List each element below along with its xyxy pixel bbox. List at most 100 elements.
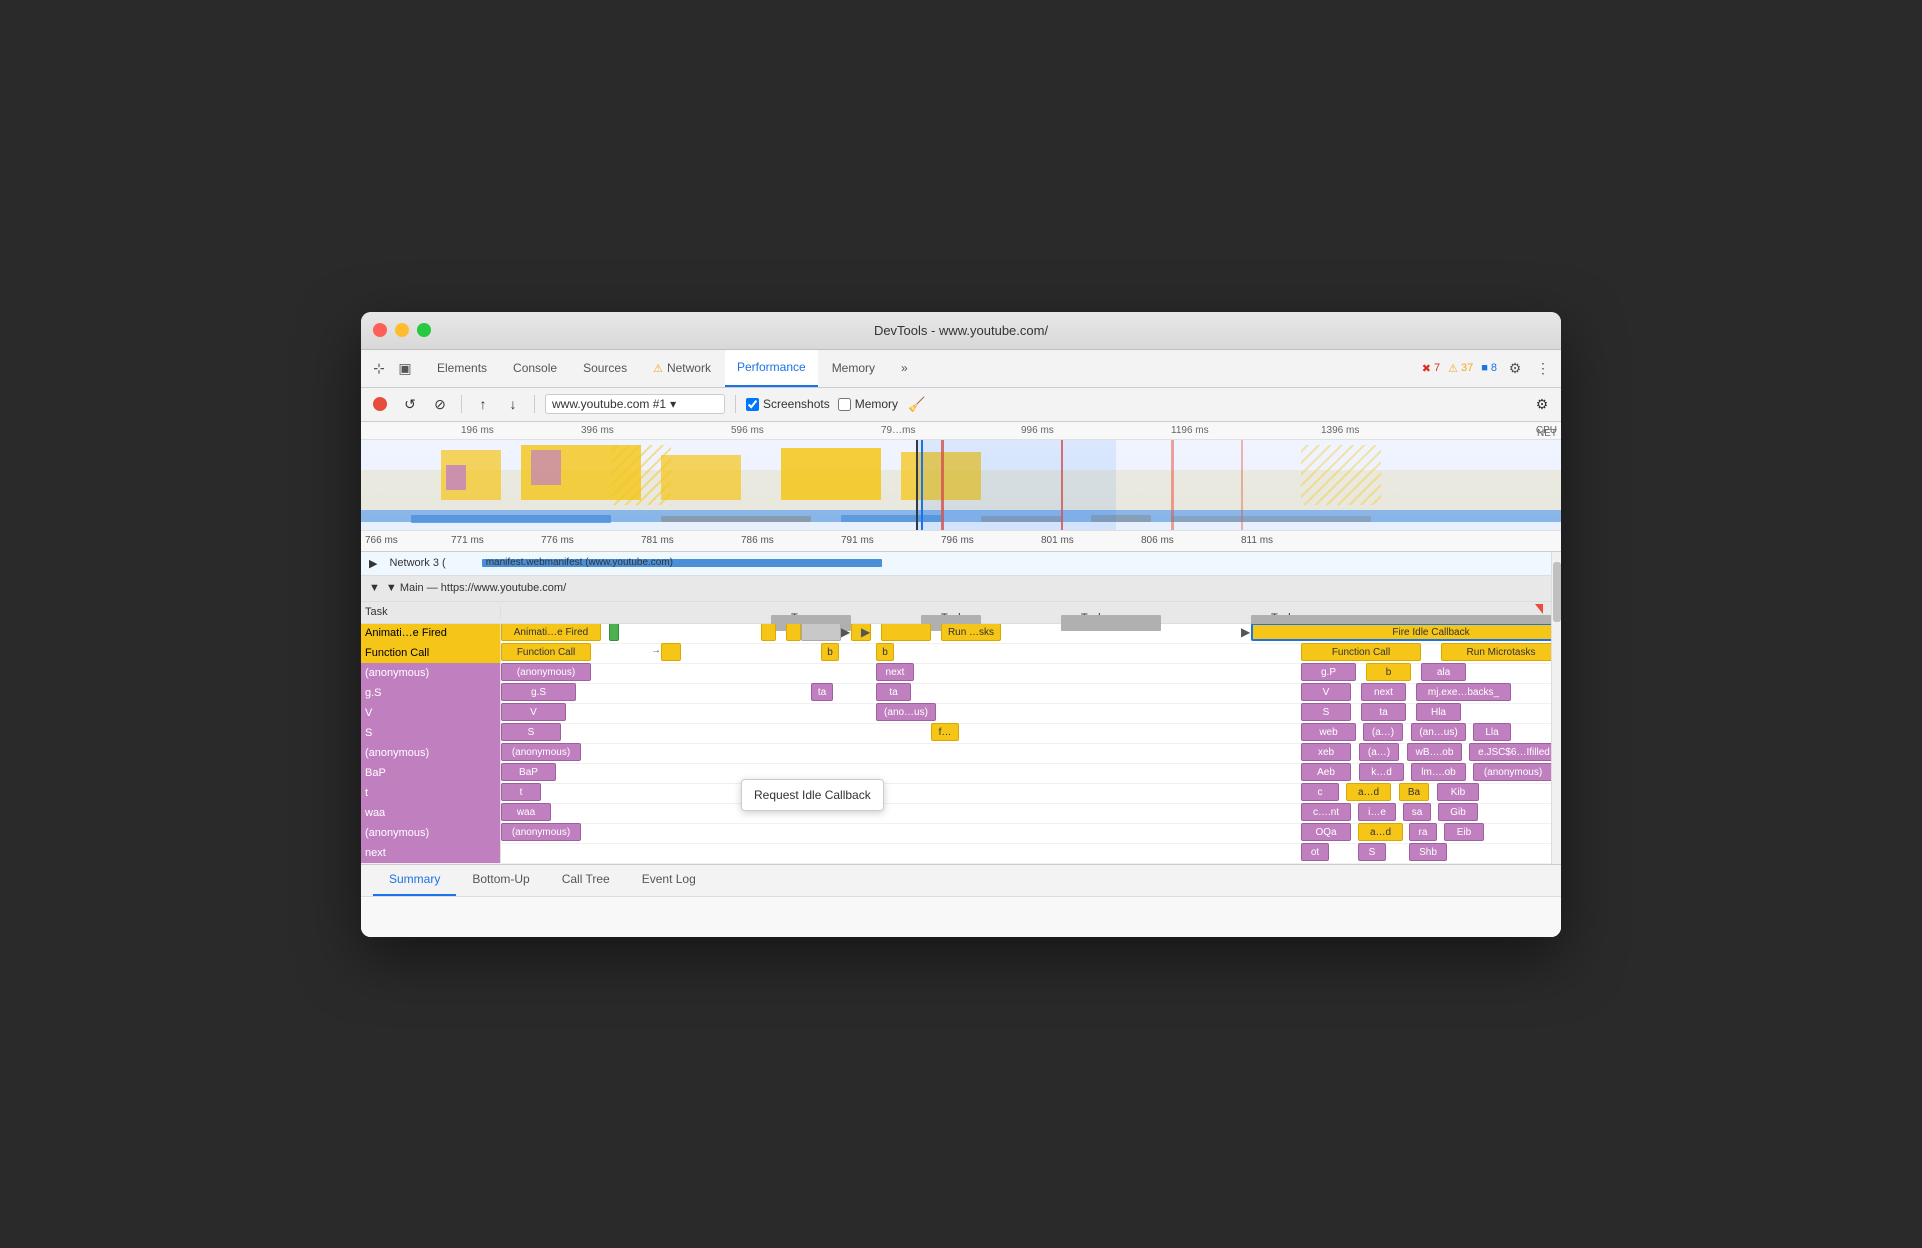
kib-cell[interactable]: Kib <box>1437 783 1479 801</box>
fire-idle-cell[interactable]: Fire Idle Callback <box>1251 624 1551 642</box>
screenshots-checkbox[interactable] <box>746 398 759 411</box>
web-cell[interactable]: web <box>1301 723 1356 741</box>
scrollbar-thumb[interactable] <box>1553 562 1561 622</box>
mjexe-cell[interactable]: mj.exe…backs_ <box>1416 683 1511 701</box>
flame-bars-3[interactable]: g.S ta ta V next mj.exe…backs_ <box>501 683 1551 703</box>
flame-cell[interactable] <box>881 624 931 642</box>
anous-cell[interactable]: (ano…us) <box>876 703 936 721</box>
aeb-cell[interactable]: Aeb <box>1301 763 1351 781</box>
flame-bars-4[interactable]: V (ano…us) S ta Hla <box>501 703 1551 723</box>
close-button[interactable] <box>373 323 387 337</box>
network-track-row[interactable]: ▶ Network 3 ( manifest.webmanifest (www.… <box>361 552 1551 576</box>
error-badge-blue[interactable]: ■ 8 <box>1481 362 1497 374</box>
anus-cell-0[interactable]: (an…us) <box>1411 723 1466 741</box>
wbob-cell[interactable]: wB….ob <box>1407 743 1462 761</box>
record-button[interactable] <box>369 393 391 415</box>
perf-settings-btn[interactable]: ⚙ <box>1531 393 1553 415</box>
tab-more[interactable]: » <box>889 349 920 387</box>
minimize-button[interactable] <box>395 323 409 337</box>
ta-cell-1[interactable]: ta <box>876 683 911 701</box>
flame-bars-8[interactable]: t c a…d Ba Kib <box>501 783 1551 803</box>
ad2-cell[interactable]: a…d <box>1358 823 1403 841</box>
flame-bars-2[interactable]: (anonymous) next g.P b ala <box>501 663 1551 683</box>
s-cell[interactable]: S <box>1301 703 1351 721</box>
tab-sources[interactable]: Sources <box>571 349 639 387</box>
memory-checkbox[interactable] <box>838 398 851 411</box>
flame-bars-0[interactable]: Animati…e Fired Run …sks Fire Idle Callb… <box>501 624 1551 644</box>
flame-cell[interactable] <box>609 624 619 642</box>
flame-bars-11[interactable]: ot S Shb <box>501 843 1551 863</box>
settings-icon[interactable]: ⚙ <box>1505 358 1525 378</box>
flame-cell[interactable] <box>801 624 841 642</box>
ra-cell[interactable]: ra <box>1409 823 1437 841</box>
anon3-cell[interactable]: (anonymous) <box>501 823 581 841</box>
download-button[interactable]: ↓ <box>502 393 524 415</box>
error-badge-red[interactable]: ✖ 7 <box>1422 362 1440 375</box>
b-cell[interactable]: b <box>1366 663 1411 681</box>
ad-cell[interactable]: a…d <box>1346 783 1391 801</box>
network-track-toggle[interactable]: ▶ <box>369 557 377 570</box>
main-section-header[interactable]: ▼ ▼ Main — https://www.youtube.com/ <box>361 576 1551 602</box>
flame-chart[interactable]: Animati…e Fired Animati…e Fired Run …sks… <box>361 624 1551 864</box>
t-cell[interactable]: t <box>501 783 541 801</box>
anon-cell[interactable]: (anonymous) <box>501 743 581 761</box>
maximize-button[interactable] <box>417 323 431 337</box>
timeline-chart[interactable] <box>361 440 1561 530</box>
scrollbar-vertical[interactable] <box>1551 552 1561 864</box>
tab-performance[interactable]: Performance <box>725 349 818 387</box>
cnt-cell[interactable]: c….nt <box>1301 803 1351 821</box>
main-section-toggle[interactable]: ▼ <box>369 582 380 594</box>
tab-call-tree[interactable]: Call Tree <box>546 864 626 896</box>
ta-cell-2[interactable]: ta <box>1361 703 1406 721</box>
f-cell[interactable]: f… <box>931 723 959 741</box>
clear-button[interactable]: ⊘ <box>429 393 451 415</box>
flame-bars-10[interactable]: (anonymous) OQa a…d ra Eib <box>501 823 1551 843</box>
bap-cell[interactable]: BaP <box>501 763 556 781</box>
ejsc-cell[interactable]: e.JSC$6…Ifilled <box>1469 743 1551 761</box>
shb-cell[interactable]: Shb <box>1409 843 1447 861</box>
device-icon[interactable]: ▣ <box>395 358 415 378</box>
flame-cell[interactable]: g.S <box>501 683 576 701</box>
waa-cell[interactable]: waa <box>501 803 551 821</box>
ot-cell[interactable]: ot <box>1301 843 1329 861</box>
flame-cell[interactable] <box>851 624 871 642</box>
tab-event-log[interactable]: Event Log <box>626 864 712 896</box>
ie-cell[interactable]: i…e <box>1358 803 1396 821</box>
tab-elements[interactable]: Elements <box>425 349 499 387</box>
inspect-icon[interactable]: ⊹ <box>369 358 389 378</box>
timeline-area[interactable]: 196 ms 396 ms 596 ms 79…ms 996 ms 1196 m… <box>361 422 1561 552</box>
tab-summary[interactable]: Summary <box>373 864 456 896</box>
next-cell[interactable]: next <box>1361 683 1406 701</box>
flame-cell[interactable]: next <box>876 663 914 681</box>
flame-cell[interactable] <box>661 643 681 661</box>
hla-cell[interactable]: Hla <box>1416 703 1461 721</box>
flame-cell[interactable] <box>786 624 801 642</box>
flame-bars-5[interactable]: S f… web (a…) (an…us) Lla <box>501 723 1551 743</box>
clean-icon-btn[interactable]: 🧹 <box>906 393 928 415</box>
tab-bottom-up[interactable]: Bottom-Up <box>456 864 545 896</box>
v-row-cell[interactable]: V <box>501 703 566 721</box>
flame-cell[interactable]: b <box>876 643 894 661</box>
ala-cell[interactable]: ala <box>1421 663 1466 681</box>
tab-memory[interactable]: Memory <box>820 349 887 387</box>
flame-cell[interactable]: Function Call <box>501 643 591 661</box>
lla-cell[interactable]: Lla <box>1473 723 1511 741</box>
more-options-icon[interactable]: ⋮ <box>1533 358 1553 378</box>
gib-cell[interactable]: Gib <box>1438 803 1478 821</box>
flame-cell[interactable]: b <box>821 643 839 661</box>
gp-cell[interactable]: g.P <box>1301 663 1356 681</box>
flame-bars-7[interactable]: BaP Aeb k…d lm….ob (anonymous) <box>501 763 1551 783</box>
v-cell[interactable]: V <box>1301 683 1351 701</box>
flame-bars-9[interactable]: waa c….nt i…e sa Gib <box>501 803 1551 823</box>
a-cell-1[interactable]: (a…) <box>1359 743 1399 761</box>
tab-console[interactable]: Console <box>501 349 569 387</box>
run-microtasks-cell[interactable]: Run Microtasks <box>1441 643 1551 661</box>
ba-cell[interactable]: Ba <box>1399 783 1429 801</box>
kd-cell[interactable]: k…d <box>1359 763 1404 781</box>
a-cell-0[interactable]: (a…) <box>1363 723 1403 741</box>
reload-record-button[interactable]: ↺ <box>399 393 421 415</box>
flame-cell[interactable] <box>761 624 776 642</box>
screenshots-checkbox-label[interactable]: Screenshots <box>746 397 830 411</box>
c-cell[interactable]: c <box>1301 783 1339 801</box>
eib-cell[interactable]: Eib <box>1444 823 1484 841</box>
